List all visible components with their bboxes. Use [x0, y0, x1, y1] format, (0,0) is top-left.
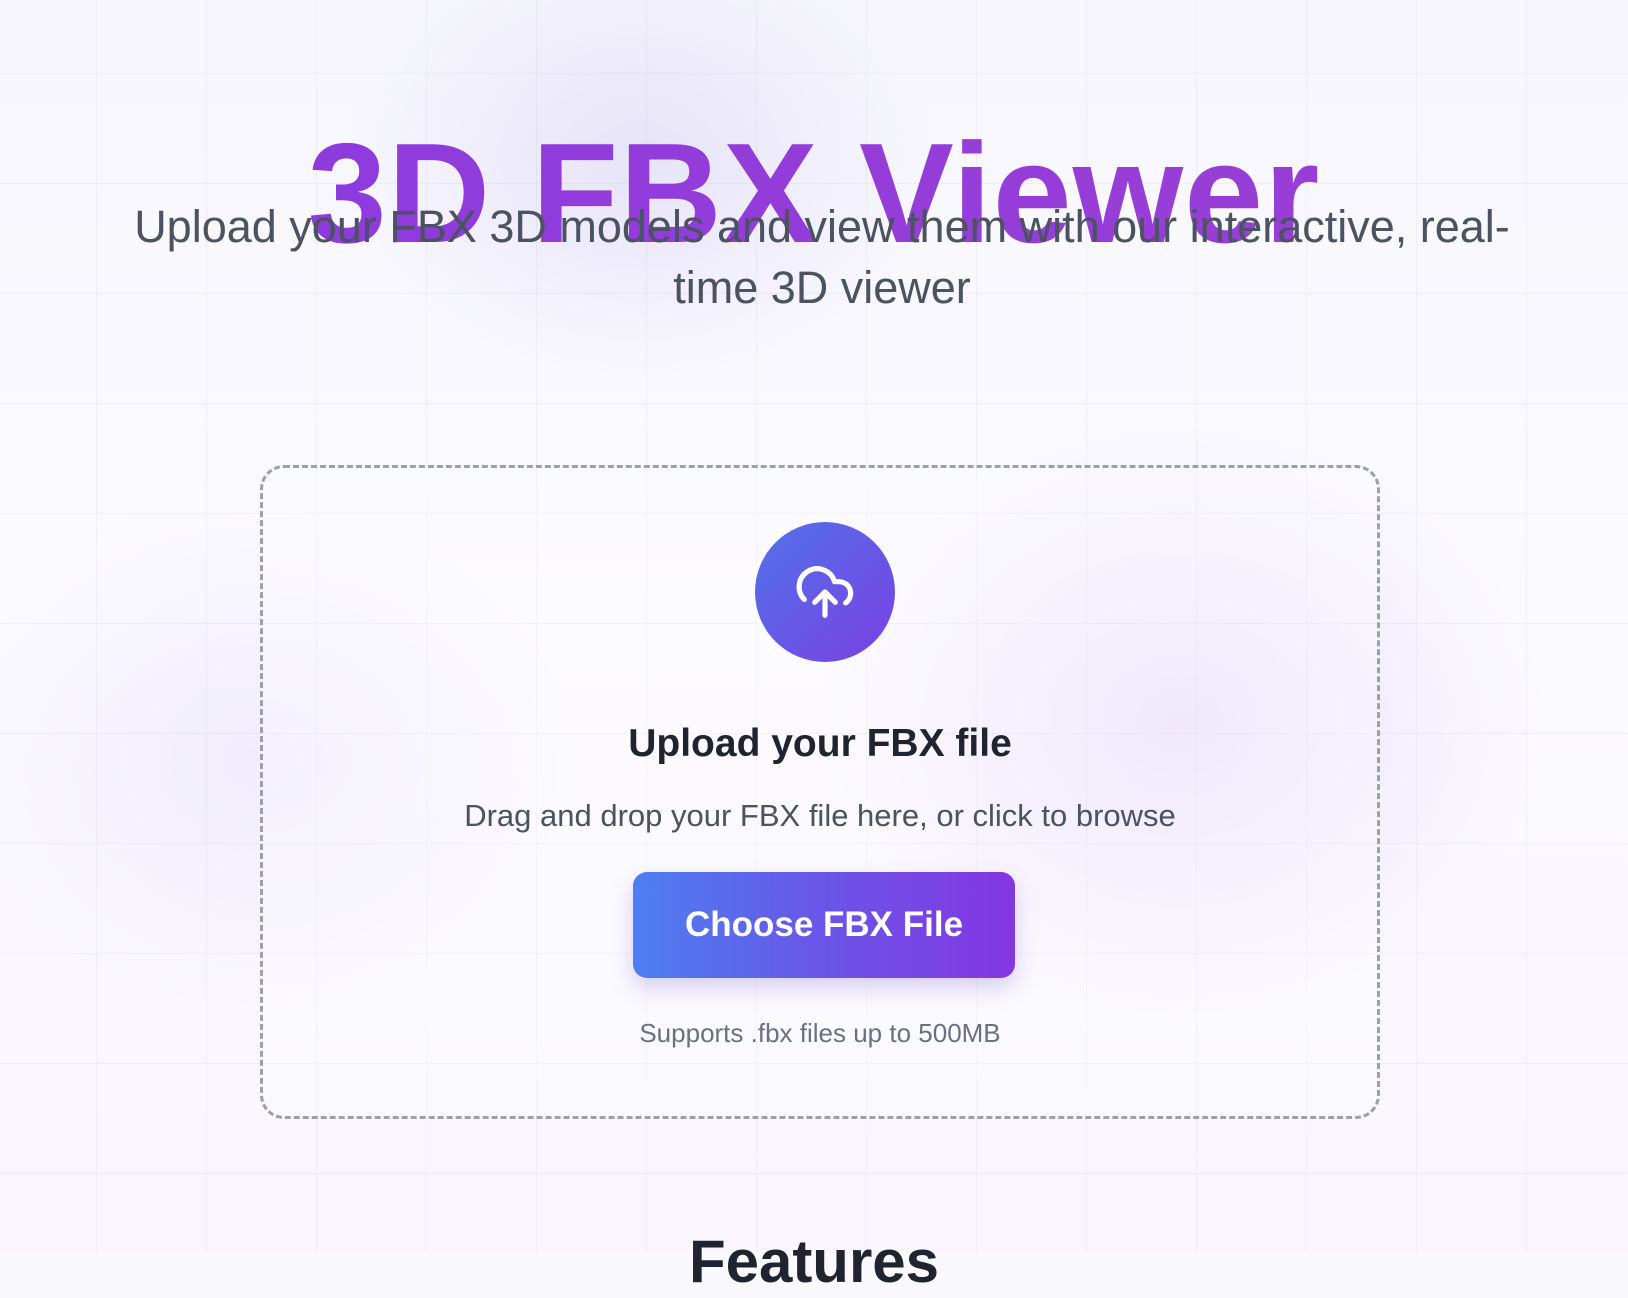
file-support-note: Supports .fbx files up to 500MB: [639, 1018, 1001, 1048]
features-heading: Features: [688, 1228, 940, 1295]
cloud-upload-icon: [796, 566, 854, 618]
upload-title: Upload your FBX file: [628, 722, 1012, 765]
page-subtitle: Upload your FBX 3D models and view them …: [134, 201, 1510, 313]
upload-description: Drag and drop your FBX file here, or cli…: [464, 798, 1176, 833]
file-dropzone[interactable]: Upload your FBX file Drag and drop your …: [260, 465, 1380, 1119]
choose-file-button[interactable]: Choose FBX File: [633, 872, 1015, 978]
upload-icon-circle: [755, 522, 895, 662]
